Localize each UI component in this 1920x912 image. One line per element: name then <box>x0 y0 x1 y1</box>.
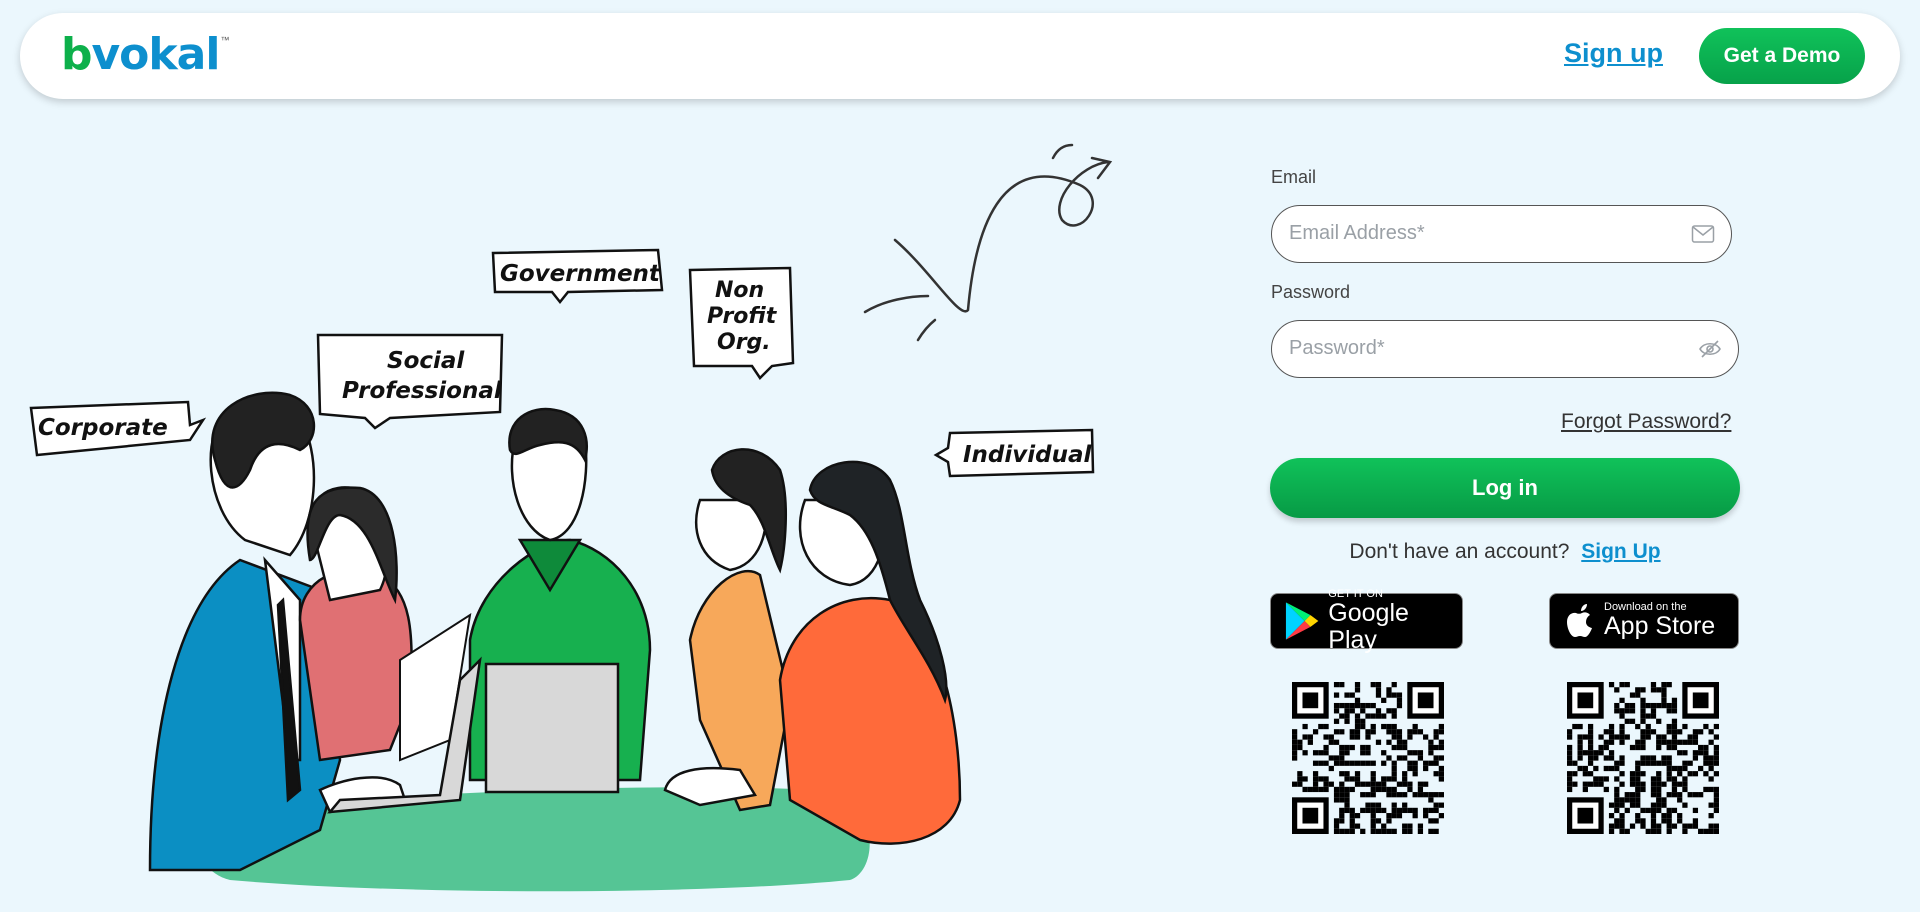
decorative-arrow <box>863 143 1113 342</box>
bubble-corporate: Corporate <box>29 400 207 457</box>
bubble-government-label: Government <box>500 261 661 287</box>
eye-off-icon[interactable] <box>1698 339 1722 359</box>
bubble-government: Government <box>491 248 664 305</box>
email-label: Email <box>1271 167 1317 187</box>
logo-letters: vokal <box>91 29 221 80</box>
password-input[interactable] <box>1289 321 1662 376</box>
email-input[interactable] <box>1289 206 1657 261</box>
get-a-demo-button[interactable]: Get a Demo <box>1699 28 1865 84</box>
app-store-big-text: App Store <box>1604 612 1716 641</box>
laptop-center <box>484 662 620 794</box>
bubble-nonprofit-line2: Profit <box>707 304 778 329</box>
trademark-mark: ™ <box>220 35 230 45</box>
app-store-text: Download on the App Store <box>1604 602 1716 641</box>
google-play-icon <box>1285 602 1319 640</box>
bubble-nonprofit-line3: Org. <box>717 330 771 355</box>
app-store-qr-code <box>1567 682 1719 834</box>
app-store-badge[interactable]: Download on the App Store <box>1549 593 1739 649</box>
password-label: Password <box>1271 282 1351 302</box>
bubble-nonprofit: Non Profit Org. <box>688 266 795 380</box>
signup-link[interactable]: Sign Up <box>1581 540 1660 563</box>
google-play-qr-code <box>1292 682 1444 834</box>
bvokal-logo[interactable]: bvokal ™ <box>61 33 229 77</box>
person-individual <box>778 460 962 845</box>
person-nonprofit <box>663 448 792 812</box>
login-button[interactable]: Log in <box>1270 458 1740 518</box>
bubble-social-line1: Social <box>387 348 465 374</box>
bubble-individual-label: Individual <box>963 442 1093 468</box>
email-field[interactable] <box>1271 205 1732 263</box>
google-play-text: GET IT ON Google Play <box>1328 589 1462 653</box>
forgot-password-link[interactable]: Forgot Password? <box>1561 410 1731 434</box>
person-social-professional <box>298 486 413 762</box>
envelope-icon <box>1691 225 1715 243</box>
bubble-social-professional: Social Professional <box>316 333 504 430</box>
bubble-social-line2: Professional <box>342 378 503 404</box>
password-field[interactable] <box>1271 320 1739 378</box>
logo-letter-b: b <box>61 29 92 80</box>
header-signup-link[interactable]: Sign up <box>1564 38 1663 69</box>
signup-prompt: Don't have an account? Sign Up <box>1270 540 1740 564</box>
bubble-corporate-label: Corporate <box>38 415 168 441</box>
bubble-nonprofit-line1: Non <box>715 278 764 303</box>
apple-icon <box>1567 604 1592 637</box>
team-illustration: Corporate Social Professional Government… <box>29 143 1113 892</box>
bubble-individual: Individual <box>933 428 1095 478</box>
google-play-big-text: Google Play <box>1328 599 1409 654</box>
top-nav-bar: bvokal ™ Sign up Get a Demo <box>20 13 1900 99</box>
google-play-badge[interactable]: GET IT ON Google Play <box>1270 589 1463 653</box>
no-account-text: Don't have an account? <box>1349 540 1570 563</box>
logo-wordmark: bvokal <box>61 33 220 77</box>
